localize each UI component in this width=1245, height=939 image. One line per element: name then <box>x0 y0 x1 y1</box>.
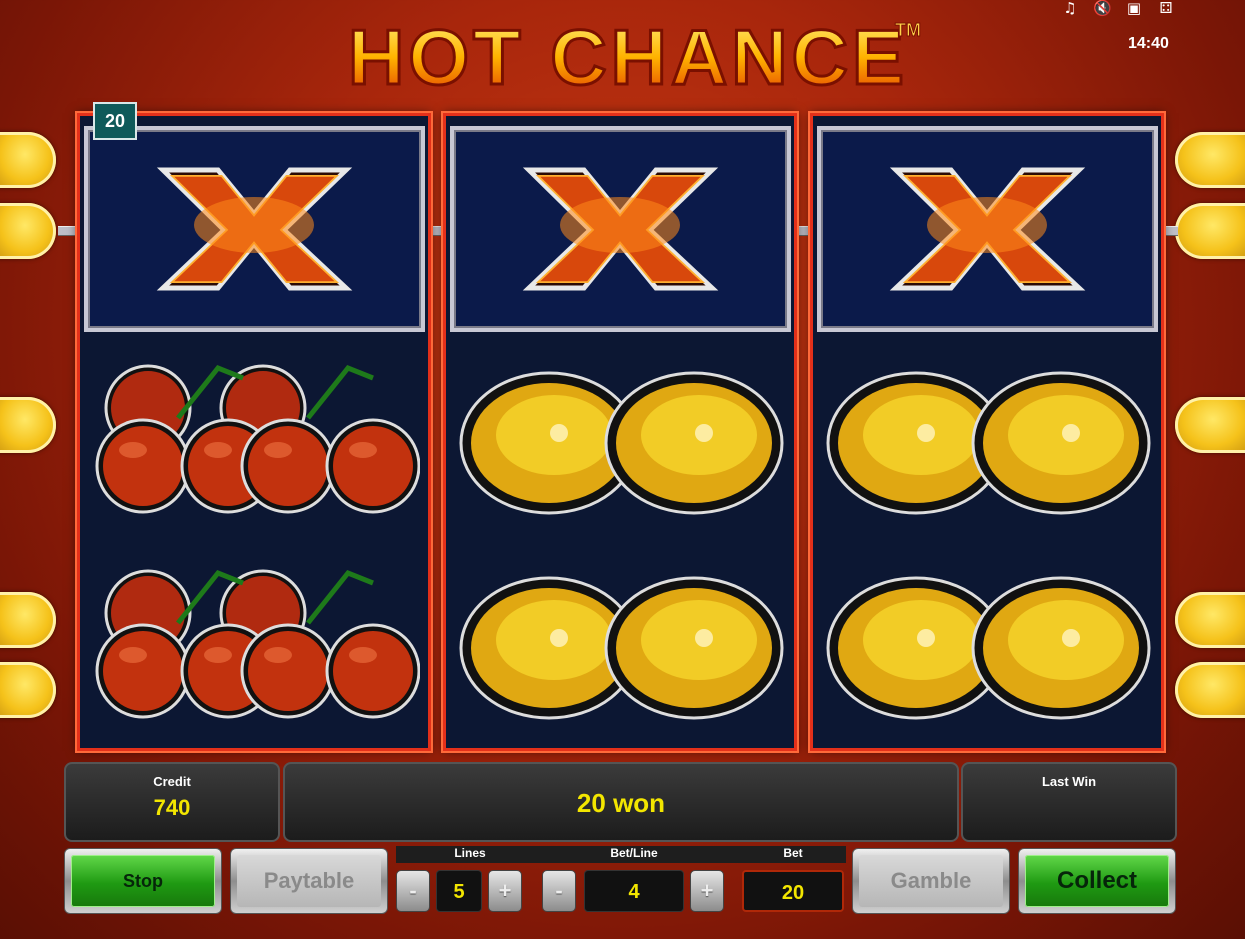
plus-icon: + <box>700 878 714 903</box>
betline-value: 4 <box>584 870 684 912</box>
collect-button[interactable]: Collect <box>1018 848 1176 914</box>
line-indicator-right[interactable] <box>1175 592 1245 648</box>
symbol-cell <box>88 553 421 743</box>
symbol-cell <box>88 348 421 538</box>
paytable-button[interactable]: Paytable <box>230 848 388 914</box>
paytable-label: Paytable <box>237 855 381 907</box>
lemons-symbol-icon <box>459 576 784 720</box>
symbol-x-cell <box>84 126 425 332</box>
line-indicator-right[interactable] <box>1175 132 1245 188</box>
plus-icon: + <box>498 878 512 903</box>
x-symbol-icon <box>522 167 719 291</box>
stop-button[interactable]: Stop <box>64 848 222 914</box>
lines-badge: 20 <box>93 102 137 140</box>
line-indicator-right[interactable] <box>1175 203 1245 259</box>
win-message: 20 won <box>576 788 666 818</box>
symbol-cell <box>821 348 1153 538</box>
clock: 14:40 <box>1128 35 1169 52</box>
fullscreen-icon[interactable]: ▣ <box>1125 0 1143 16</box>
bet-label: Bet <box>783 846 803 860</box>
message-panel: 20 won <box>283 762 959 842</box>
svg-text:HOT CHANCE: HOT CHANCE <box>348 13 908 98</box>
lines-value: 5 <box>436 870 482 912</box>
reel-3 <box>810 113 1164 751</box>
credit-label: Credit <box>153 774 191 789</box>
minus-icon: - <box>555 878 563 903</box>
symbol-cell <box>454 348 786 538</box>
mute-icon[interactable]: 🔇 <box>1093 0 1112 16</box>
minus-icon: - <box>409 878 417 903</box>
stop-label: Stop <box>71 855 215 907</box>
line-indicator-left[interactable] <box>0 397 56 453</box>
betline-label: Bet/Line <box>610 846 658 860</box>
symbol-x-cell <box>450 126 791 332</box>
last-win-panel: Last Win <box>961 762 1177 842</box>
gamble-label: Gamble <box>859 855 1003 907</box>
symbol-cell <box>821 553 1153 743</box>
betline-plus-button[interactable]: + <box>690 870 724 912</box>
line-indicator-left[interactable] <box>0 662 56 718</box>
game-title: HOT CHANCE TM <box>340 8 940 103</box>
settings-dice-icon[interactable]: ⚃ <box>1157 0 1175 16</box>
line-indicator-left[interactable] <box>0 592 56 648</box>
lemons-symbol-icon <box>459 371 784 515</box>
symbol-x-cell <box>817 126 1158 332</box>
line-indicator-right[interactable] <box>1175 662 1245 718</box>
line-indicator-left[interactable] <box>0 132 56 188</box>
lines-minus-button[interactable]: - <box>396 870 430 912</box>
last-win-label: Last Win <box>1041 774 1097 789</box>
oranges-symbol-icon <box>95 364 421 514</box>
no-sound-icon[interactable]: ♫ <box>1061 0 1079 16</box>
lines-plus-button[interactable]: + <box>488 870 522 912</box>
symbol-cell <box>454 553 786 743</box>
oranges-symbol-icon <box>95 569 421 719</box>
x-symbol-icon <box>889 167 1086 291</box>
collect-label: Collect <box>1025 855 1169 907</box>
credit-value: 740 <box>153 795 191 820</box>
line-indicator-left[interactable] <box>0 203 56 259</box>
gamble-button[interactable]: Gamble <box>852 848 1010 914</box>
bet-value: 20 <box>742 870 844 912</box>
reel-2 <box>443 113 797 751</box>
lemons-symbol-icon <box>826 576 1151 720</box>
x-symbol-icon <box>156 167 353 291</box>
lemons-symbol-icon <box>826 371 1151 515</box>
svg-text:TM: TM <box>895 20 921 40</box>
reel-1 <box>77 113 431 751</box>
line-indicator-right[interactable] <box>1175 397 1245 453</box>
lines-label: Lines <box>454 846 486 860</box>
credit-panel: Credit 740 <box>64 762 280 842</box>
top-icons: ♫ 🔇 ▣ ⚃ <box>1061 0 1175 16</box>
betline-minus-button[interactable]: - <box>542 870 576 912</box>
